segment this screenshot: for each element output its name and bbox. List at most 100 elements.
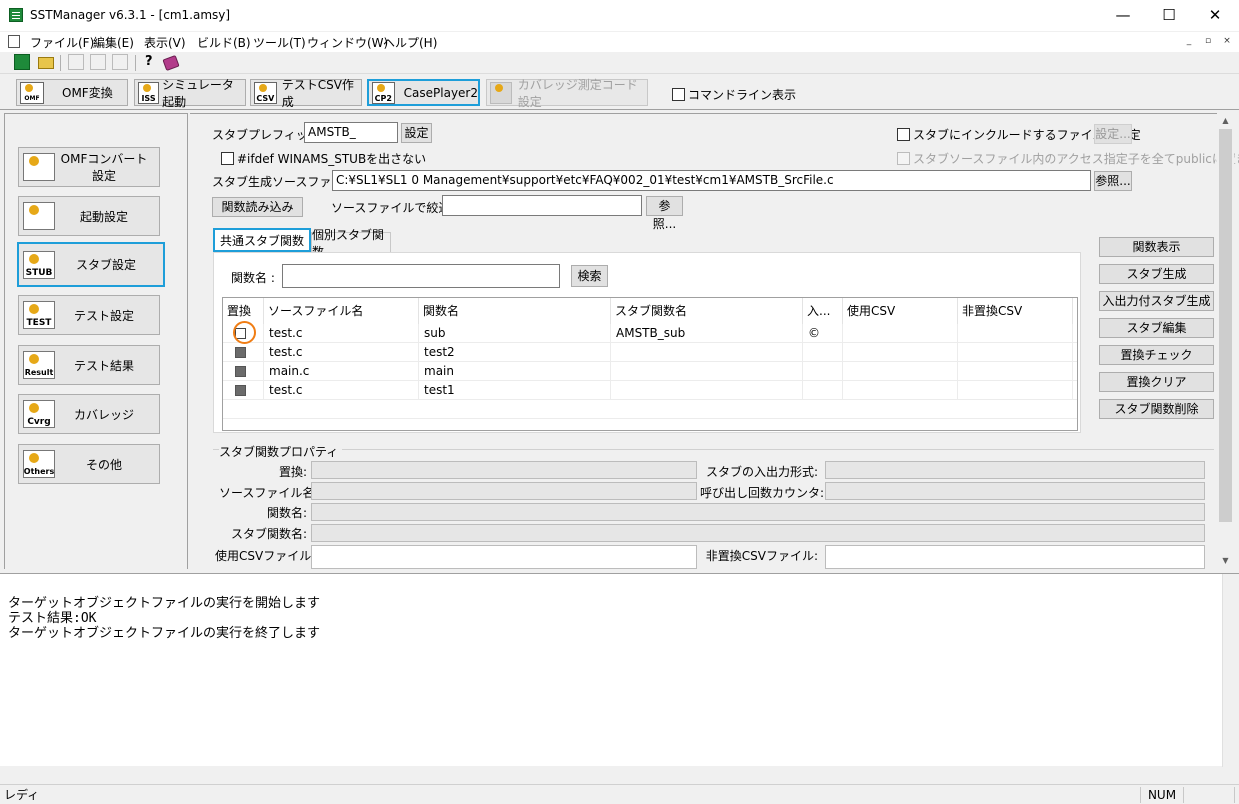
help-icon[interactable]: ? — [145, 54, 153, 69]
properties-title: スタブ関数プロパティ — [219, 443, 343, 460]
cp2-icon-text: CP2 — [374, 93, 392, 103]
menu-edit[interactable]: 編集(E) — [93, 34, 134, 51]
result-nav-icon: Result — [23, 351, 55, 379]
cell-noncsv — [958, 343, 1073, 362]
open-icon[interactable] — [38, 57, 54, 69]
ifdef-option[interactable]: #ifdef WINAMS_STUBを出さない — [221, 150, 426, 167]
book-icon[interactable] — [162, 54, 180, 72]
mdi-close-button[interactable]: × — [1220, 35, 1234, 49]
prop-io-format-label: スタブの入出力形式: — [705, 465, 818, 479]
load-functions-button[interactable]: 関数読み込み — [212, 197, 303, 217]
coverage-code-label: カバレッジ測定コード設定 — [517, 77, 638, 109]
minimize-button[interactable]: — — [1100, 0, 1146, 32]
replace-checkbox[interactable] — [235, 385, 246, 396]
coverage-code-button[interactable]: カバレッジ測定コード設定 — [486, 78, 648, 109]
function-name-input[interactable] — [282, 264, 560, 288]
source-browse-button[interactable]: 参照... — [1094, 171, 1132, 191]
stub-prefix-input[interactable]: AMSTB_ — [304, 122, 398, 143]
table-row-empty — [223, 400, 1077, 419]
show-function-button[interactable]: 関数表示 — [1099, 237, 1214, 257]
cvrg-icon-text: Cvrg — [27, 417, 51, 427]
copy-icon[interactable] — [90, 54, 106, 70]
include-set-button[interactable]: 設定... — [1094, 124, 1132, 144]
caseplayer2-button[interactable]: CP2 CasePlayer2 — [367, 79, 480, 106]
cell-csv — [843, 343, 958, 362]
nav-stub[interactable]: STUB スタブ設定 — [17, 242, 165, 287]
scroll-up-icon[interactable]: ▲ — [1217, 113, 1234, 129]
menu-view[interactable]: 表示(V) — [144, 34, 186, 51]
omf-convert-button[interactable]: OMF OMF変換 — [16, 79, 128, 106]
scroll-thumb[interactable] — [1219, 129, 1232, 522]
prop-call-counter-field — [825, 482, 1205, 500]
source-file-input[interactable]: C:¥SL1¥SL1 0 Management¥support¥etc¥FAQ¥… — [332, 170, 1091, 191]
table-row[interactable]: test.c sub AMSTB_sub © — [223, 324, 1077, 343]
col-io[interactable]: 入... — [803, 298, 843, 324]
menu-window[interactable]: ウィンドウ(W) — [307, 34, 388, 51]
mdi-restore-button[interactable]: ▫ — [1201, 35, 1215, 49]
prop-noncsv-field[interactable] — [825, 545, 1205, 569]
generate-io-stub-button[interactable]: 入出力付スタブ生成 — [1099, 291, 1214, 311]
include-checkbox[interactable] — [897, 128, 910, 141]
edit-stub-button[interactable]: スタブ編集 — [1099, 318, 1214, 338]
public-option[interactable]: スタブソースファイル内のアクセス指定子を全てpublicに置き換える — [897, 150, 1239, 167]
nav-test-result[interactable]: Result テスト結果 — [18, 345, 160, 385]
prop-csv-field[interactable] — [311, 545, 697, 569]
paste-icon[interactable] — [112, 54, 128, 70]
replace-checkbox[interactable] — [235, 347, 246, 358]
tab-common-stub[interactable]: 共通スタブ関数 — [213, 228, 311, 252]
col-stub-function-name[interactable]: スタブ関数名 — [611, 298, 803, 324]
toolbar-separator — [135, 55, 136, 71]
nav-omf-convert[interactable]: OMFコンバート設定 — [18, 147, 160, 187]
coverage-icon — [490, 81, 512, 104]
maximize-button[interactable]: ☐ — [1146, 0, 1192, 32]
cmdline-toggle[interactable]: コマンドライン表示 — [672, 86, 796, 103]
menu-file[interactable]: ファイル(F) — [30, 34, 94, 51]
stub-icon-text: STUB — [25, 267, 53, 278]
ifdef-checkbox[interactable] — [221, 152, 234, 165]
filter-browse-button[interactable]: 参照... — [646, 196, 683, 231]
scroll-down-icon[interactable]: ▼ — [1217, 553, 1234, 569]
document-icon — [8, 35, 20, 48]
cmdline-checkbox[interactable] — [672, 88, 685, 101]
col-non-replace-csv[interactable]: 非置換CSV — [958, 298, 1073, 324]
replace-checkbox[interactable] — [235, 366, 246, 377]
num-lock-indicator: NUM — [1140, 787, 1184, 803]
table-row[interactable]: test.c test2 — [223, 343, 1077, 362]
search-button[interactable]: 検索 — [571, 265, 608, 287]
generate-stub-button[interactable]: スタブ生成 — [1099, 264, 1214, 284]
menu-tools[interactable]: ツール(T) — [253, 34, 306, 51]
output-scrollbar[interactable] — [1222, 574, 1239, 767]
col-source-file[interactable]: ソースファイル名 — [264, 298, 419, 324]
table-row[interactable]: main.c main — [223, 362, 1077, 381]
cell-stub: AMSTB_sub — [611, 324, 803, 343]
test-nav-icon: TEST — [23, 301, 55, 329]
col-function-name[interactable]: 関数名 — [419, 298, 611, 324]
tab-individual-stub[interactable]: 個別スタブ関数 — [311, 228, 391, 259]
simulator-start-button[interactable]: ISS シミュレータ起動 — [134, 78, 246, 109]
nav-others[interactable]: Others その他 — [18, 444, 160, 484]
close-button[interactable]: ✕ — [1192, 0, 1238, 32]
nav-startup[interactable]: 起動設定 — [18, 196, 160, 236]
output-pane[interactable]: ターゲットオブジェクトファイルの実行を開始します テスト結果:OK ターゲットオ… — [0, 573, 1239, 767]
cut-icon[interactable] — [68, 54, 84, 70]
status-text: レディ — [4, 788, 40, 802]
menu-build[interactable]: ビルド(B) — [197, 34, 251, 51]
menu-help[interactable]: ヘルプ(H) — [383, 34, 437, 51]
main-vertical-scrollbar[interactable]: ▲ ▼ — [1217, 113, 1234, 569]
mdi-minimize-button[interactable]: _ — [1182, 35, 1196, 49]
public-checkbox[interactable] — [897, 152, 910, 165]
cell-io — [803, 343, 843, 362]
new-icon[interactable] — [14, 54, 30, 70]
nav-test[interactable]: TEST テスト設定 — [18, 295, 160, 335]
nav-test-label: テスト設定 — [73, 308, 134, 323]
replace-check-button[interactable]: 置換チェック — [1099, 345, 1214, 365]
prefix-set-button[interactable]: 設定 — [401, 123, 432, 143]
delete-stub-button[interactable]: スタブ関数削除 — [1099, 399, 1214, 419]
filter-input[interactable] — [442, 195, 642, 216]
test-csv-button[interactable]: CSV テストCSV作成 — [250, 78, 362, 109]
nav-coverage[interactable]: Cvrg カバレッジ — [18, 394, 160, 434]
caseplayer2-label: CasePlayer2 — [403, 85, 478, 100]
replace-clear-button[interactable]: 置換クリア — [1099, 372, 1214, 392]
col-used-csv[interactable]: 使用CSV — [843, 298, 958, 324]
table-row[interactable]: test.c test1 — [223, 381, 1077, 400]
